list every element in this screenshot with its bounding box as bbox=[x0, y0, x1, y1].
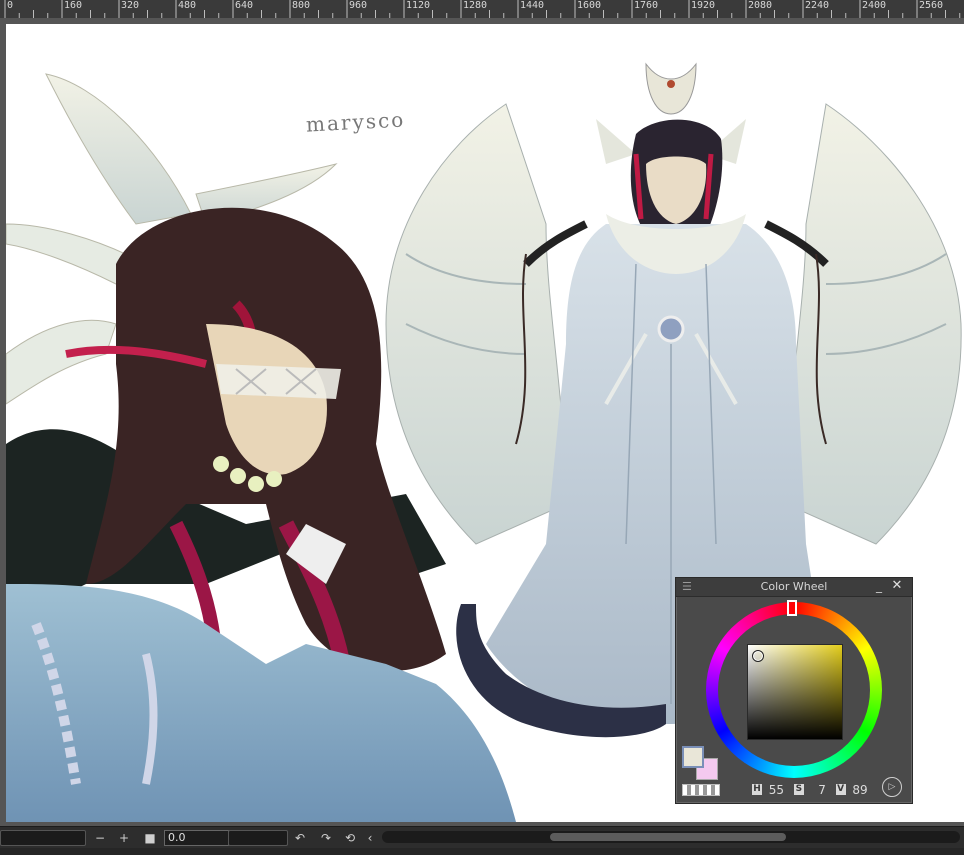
transparent-color-swatch[interactable] bbox=[682, 784, 720, 796]
hue-key: H bbox=[752, 784, 762, 795]
ruler-label: 1760 bbox=[634, 0, 659, 11]
ruler-label: 960 bbox=[349, 0, 368, 11]
rotation-slider[interactable] bbox=[0, 830, 86, 846]
zoom-out-button[interactable]: − bbox=[92, 830, 108, 846]
ruler-label: 1120 bbox=[406, 0, 431, 11]
horizontal-scrollbar[interactable] bbox=[382, 831, 960, 843]
fit-view-button[interactable]: ■ bbox=[142, 830, 158, 846]
close-icon[interactable]: ✕ bbox=[890, 579, 904, 593]
status-strip bbox=[0, 848, 964, 855]
ruler-label: 1920 bbox=[691, 0, 716, 11]
navigator-bar: − + ■ 0.0 ↶ ↷ ⟲ ‹ bbox=[0, 826, 964, 849]
ruler-label: 480 bbox=[178, 0, 197, 11]
saturation-key: S bbox=[793, 784, 804, 795]
value-key: V bbox=[835, 784, 846, 795]
saturation-value-cursor[interactable] bbox=[752, 650, 764, 662]
ruler-label: 0 bbox=[7, 0, 14, 11]
main-color-swatch[interactable] bbox=[682, 746, 704, 768]
hsv-readout: H 55 S7 V 89 bbox=[752, 782, 874, 797]
value-value[interactable]: 89 bbox=[850, 783, 867, 797]
ruler-label: 2400 bbox=[862, 0, 887, 11]
ruler-label: 2560 bbox=[919, 0, 944, 11]
hue-ring[interactable] bbox=[706, 600, 882, 778]
rotate-left-button[interactable]: ↶ bbox=[292, 830, 308, 846]
ruler-label: 640 bbox=[235, 0, 254, 11]
saturation-value[interactable]: 7 bbox=[808, 783, 826, 797]
toggle-input-mode-icon[interactable]: ▷ bbox=[882, 777, 902, 797]
ruler-label: 160 bbox=[64, 0, 83, 11]
hue-value[interactable]: 55 bbox=[766, 783, 784, 797]
ruler-label: 1440 bbox=[520, 0, 545, 11]
zoom-level-field[interactable]: 0.0 bbox=[164, 830, 229, 846]
hue-marker[interactable] bbox=[787, 600, 797, 616]
collapse-button[interactable]: ‹ bbox=[364, 830, 376, 846]
zoom-in-button[interactable]: + bbox=[116, 830, 132, 846]
rotate-right-button[interactable]: ↷ bbox=[318, 830, 334, 846]
panel-title-bar[interactable]: ☰ Color Wheel _ ✕ bbox=[676, 578, 912, 597]
minimize-icon[interactable]: _ bbox=[872, 579, 886, 593]
ruler-label: 800 bbox=[292, 0, 311, 11]
ruler-label: 320 bbox=[121, 0, 140, 11]
ruler-label: 2240 bbox=[805, 0, 830, 11]
horizontal-ruler: 0 160 320 480 640 800 960 1120 1280 1440 1600 1760 1… bbox=[0, 0, 964, 19]
color-wheel-panel[interactable]: ☰ Color Wheel _ ✕ H 55 S7 V 89 ▷ bbox=[675, 577, 913, 804]
reset-rotation-button[interactable]: ⟲ bbox=[342, 830, 358, 846]
horizontal-scroll-thumb[interactable] bbox=[550, 833, 786, 841]
angle-slider[interactable] bbox=[228, 830, 288, 846]
ruler-label: 1600 bbox=[577, 0, 602, 11]
ruler-label: 2080 bbox=[748, 0, 773, 11]
ruler-label: 1280 bbox=[463, 0, 488, 11]
